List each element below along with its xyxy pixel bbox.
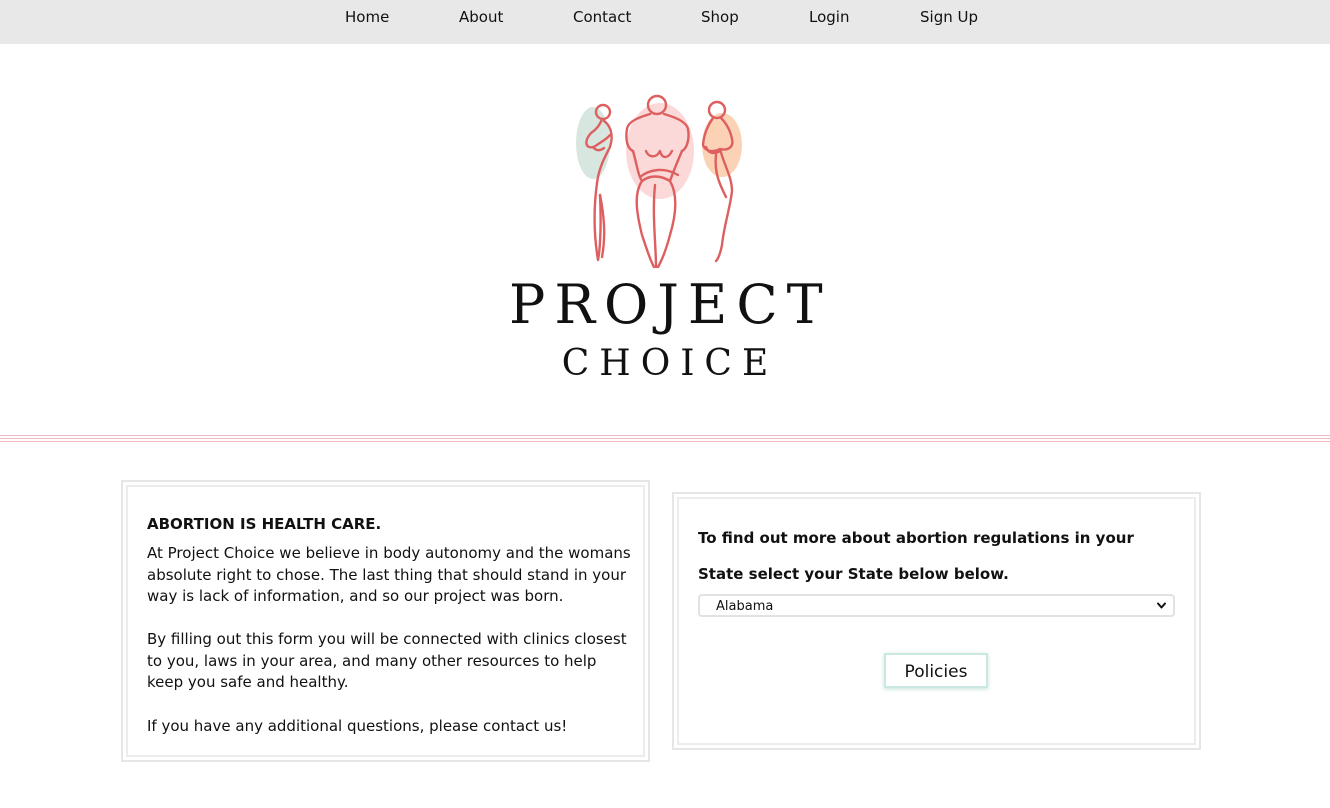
policies-button-label: Policies (904, 662, 968, 682)
nav-contact[interactable]: Contact (573, 8, 631, 26)
project-choice-logo: PROJECT CHOICE (500, 85, 830, 395)
section-divider (0, 435, 1330, 444)
info-paragraph-form: By filling out this form you will be con… (147, 630, 627, 691)
chevron-down-icon (1157, 602, 1166, 609)
state-finder-prompt: To find out more about abortion regulati… (698, 529, 1134, 583)
women-figures-icon (576, 94, 742, 269)
info-paragraph-mission: At Project Choice we believe in body aut… (147, 544, 631, 605)
state-select[interactable]: Alabama (698, 594, 1175, 617)
info-paragraph-contact: If you have any additional questions, pl… (147, 717, 568, 735)
logo-title: PROJECT (509, 273, 832, 336)
nav-home[interactable]: Home (345, 8, 389, 26)
nav-about[interactable]: About (459, 8, 503, 26)
top-nav: Home About Contact Shop Login Sign Up (0, 0, 1330, 44)
nav-login[interactable]: Login (809, 8, 849, 26)
policies-button[interactable]: Policies (884, 653, 988, 688)
info-heading: ABORTION IS HEALTH CARE. (147, 515, 382, 533)
nav-sign-up[interactable]: Sign Up (920, 8, 978, 26)
nav-shop[interactable]: Shop (701, 8, 739, 26)
logo-subtitle: CHOICE (561, 343, 779, 384)
state-select-value: Alabama (716, 599, 774, 614)
